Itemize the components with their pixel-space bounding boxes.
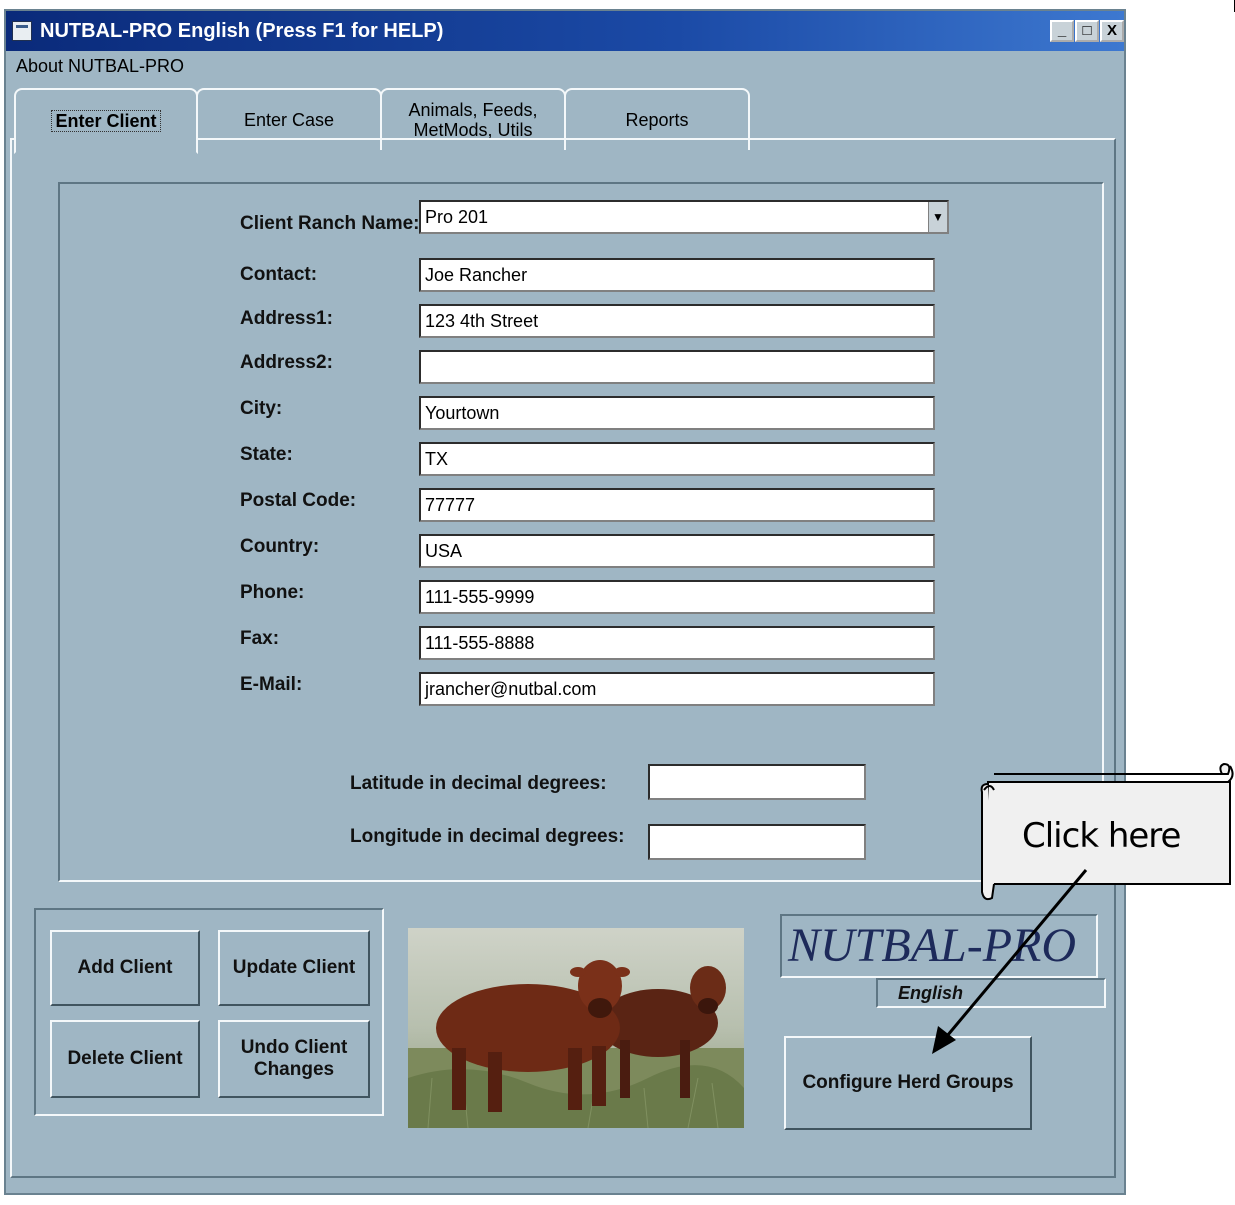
phone-field[interactable]: 111-555-9999 — [419, 580, 935, 614]
fax-field[interactable]: 111-555-8888 — [419, 626, 935, 660]
state-field[interactable]: TX — [419, 442, 935, 476]
callout-text: Click here — [1022, 816, 1181, 856]
postal-code-label: Postal Code: — [240, 490, 357, 511]
contact-field[interactable]: Joe Rancher — [419, 258, 935, 292]
address2-field[interactable] — [419, 350, 935, 384]
cattle-photo — [408, 928, 744, 1128]
ranch-name-value: Pro 201 — [425, 207, 489, 227]
close-button[interactable]: X — [1100, 20, 1124, 42]
city-field[interactable]: Yourtown — [419, 396, 935, 430]
state-label: State: — [240, 444, 293, 465]
latitude-field[interactable] — [648, 764, 866, 800]
app-icon — [12, 21, 32, 41]
address1-field[interactable]: 123 4th Street — [419, 304, 935, 338]
country-field[interactable]: USA — [419, 534, 935, 568]
minimize-button[interactable]: _ — [1050, 20, 1074, 42]
nutbal-pro-logo: NUTBAL-PRO — [780, 914, 1098, 978]
tab-enter-client[interactable]: Enter Client — [14, 88, 198, 154]
configure-herd-groups-button[interactable]: Configure Herd Groups — [784, 1036, 1032, 1130]
longitude-label: Longitude in decimal degrees: — [350, 826, 625, 847]
maximize-button[interactable]: □ — [1075, 20, 1099, 42]
email-label: E-Mail: — [240, 674, 303, 695]
address2-label: Address2: — [240, 352, 333, 373]
address1-label: Address1: — [240, 308, 333, 329]
postal-code-field[interactable]: 77777 — [419, 488, 935, 522]
ranch-name-combo[interactable]: Pro 201 ▼ — [419, 200, 949, 234]
tab-enter-case-label: Enter Case — [243, 110, 335, 130]
country-label: Country: — [240, 536, 320, 557]
tab-reports-label: Reports — [625, 110, 689, 130]
contact-label: Contact: — [240, 264, 318, 285]
undo-client-changes-button[interactable]: Undo Client Changes — [218, 1020, 370, 1098]
fax-label: Fax: — [240, 628, 280, 649]
ranch-name-label: Client Ranch Name: — [240, 213, 420, 234]
window-title: NUTBAL-PRO English (Press F1 for HELP) — [40, 20, 444, 42]
phone-label: Phone: — [240, 582, 305, 603]
email-field[interactable]: jrancher@nutbal.com — [419, 672, 935, 706]
add-client-button[interactable]: Add Client — [50, 930, 200, 1006]
title-bar: NUTBAL-PRO English (Press F1 for HELP) _… — [6, 11, 1124, 51]
tab-animals-feeds-label: Animals, Feeds, MetMods, Utils — [408, 100, 538, 140]
tab-enter-client-label: Enter Client — [51, 110, 161, 132]
menu-about[interactable]: About NUTBAL-PRO — [16, 51, 184, 81]
update-client-button[interactable]: Update Client — [218, 930, 370, 1006]
delete-client-button[interactable]: Delete Client — [50, 1020, 200, 1098]
page-edge-mark — [1228, 0, 1235, 12]
city-label: City: — [240, 398, 283, 419]
longitude-field[interactable] — [648, 824, 866, 860]
chevron-down-icon[interactable]: ▼ — [928, 202, 947, 232]
menu-bar: About NUTBAL-PRO — [6, 51, 1124, 81]
logo-subtitle: English — [876, 978, 1106, 1008]
latitude-label: Latitude in decimal degrees: — [350, 773, 607, 794]
